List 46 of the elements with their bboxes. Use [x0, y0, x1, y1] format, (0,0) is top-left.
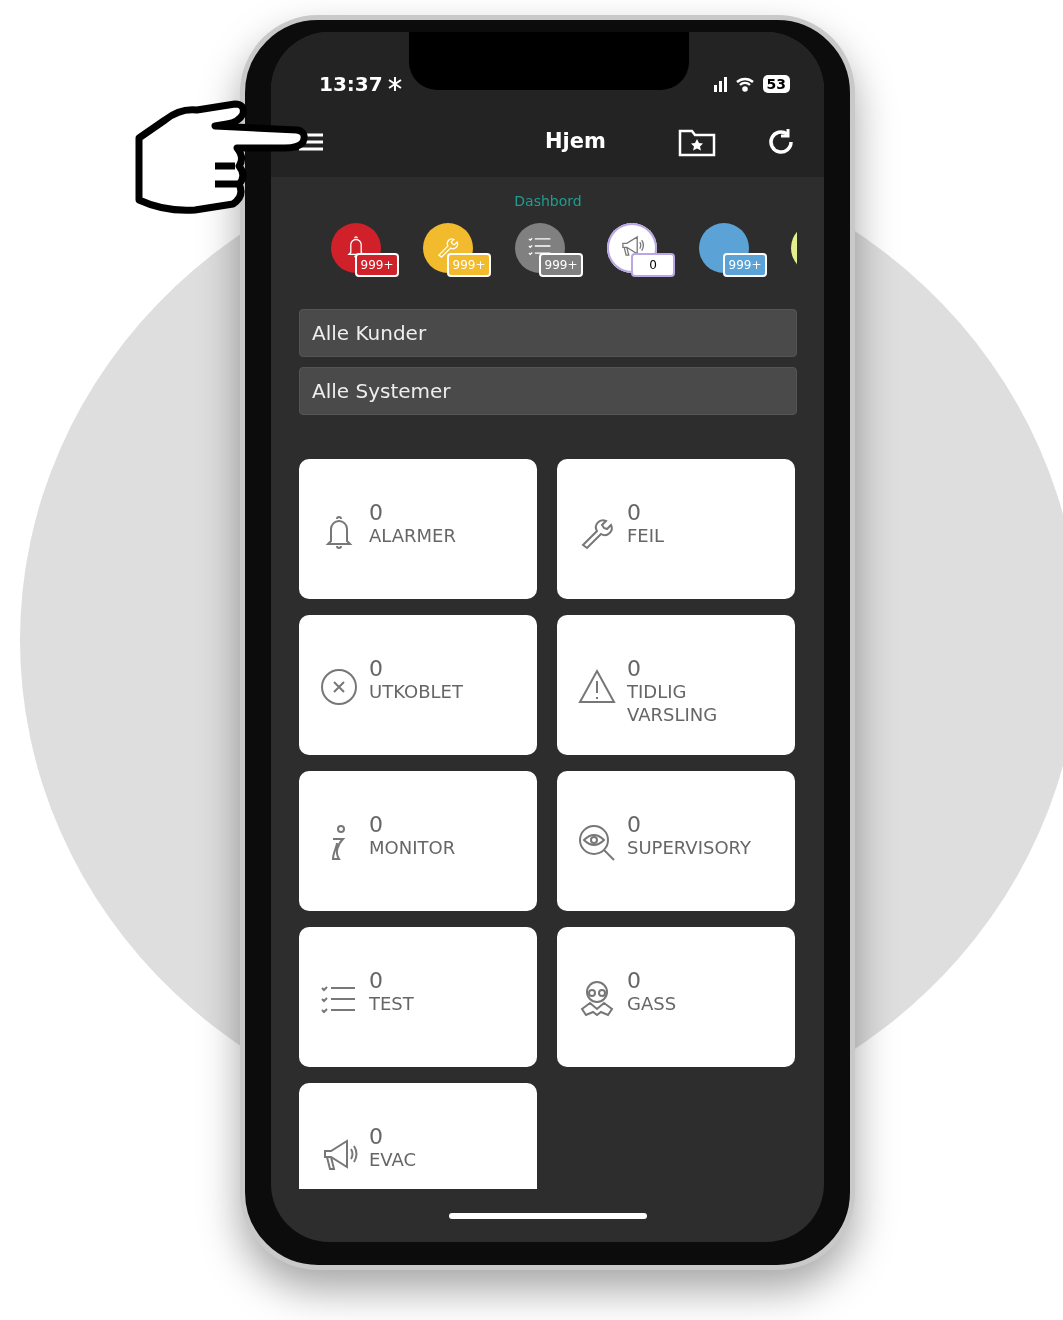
status-tile[interactable]: 0 TEST: [299, 927, 537, 1067]
status-tile[interactable]: 0 FEIL: [557, 459, 795, 599]
snowflake-icon: [386, 75, 403, 92]
tile-count: 0: [369, 969, 384, 994]
tile-count: 0: [369, 813, 384, 838]
tile-label: SUPERVISORY: [627, 837, 751, 860]
status-tile[interactable]: 0 UTKOBLET: [299, 615, 537, 755]
tile-label: UTKOBLET: [369, 681, 463, 704]
count-badge: 999+: [355, 253, 399, 277]
count-badge: 999+: [447, 253, 491, 277]
tile-count: 0: [627, 969, 642, 994]
screen-title: Hjem: [545, 128, 606, 156]
tile-label: FEIL: [627, 525, 665, 548]
tile-count: 0: [627, 813, 642, 838]
filter-dropdown[interactable]: Alle Systemer: [299, 367, 797, 415]
wifi-icon: [734, 75, 755, 92]
tile-label: TEST: [369, 993, 414, 1016]
status-tile[interactable]: 0 TIDLIG VARSLING: [557, 615, 795, 755]
filter-dropdown[interactable]: Alle Kunder: [299, 309, 797, 357]
tile-label: EVAC: [369, 1149, 417, 1172]
status-tile[interactable]: 0 GASS: [557, 927, 795, 1067]
count-badge: 999+: [539, 253, 583, 277]
tile-count: 0: [369, 501, 384, 526]
tile-count: 0: [369, 1125, 384, 1150]
x-circle-icon: [319, 667, 359, 707]
tile-label: MONITOR: [369, 837, 456, 860]
tile-label: ALARMER: [369, 525, 456, 548]
star-folder-icon[interactable]: [678, 127, 716, 157]
count-badge: 0: [631, 253, 675, 277]
status-tile[interactable]: 0 EVAC: [299, 1083, 537, 1189]
tile-count: 0: [627, 501, 642, 526]
eye-icon: [577, 823, 617, 863]
signal-icon: [712, 75, 727, 92]
tile-count: 0: [627, 657, 642, 682]
count-badge: 999+: [723, 253, 767, 277]
megaphone-icon: [619, 233, 645, 259]
tile-count: 0: [369, 657, 384, 682]
status-tile[interactable]: 0 ALARMER: [299, 459, 537, 599]
tile-label: GASS: [627, 993, 677, 1016]
battery-indicator: 53: [762, 74, 790, 93]
status-tile[interactable]: 0 SUPERVISORY: [557, 771, 795, 911]
status-tile[interactable]: 0 MONITOR: [299, 771, 537, 911]
tile-label: TIDLIG VARSLING: [627, 681, 719, 727]
status-time: 13:37: [319, 70, 383, 98]
refresh-icon[interactable]: [766, 127, 796, 157]
dashboard-label: Dashbord: [514, 193, 582, 209]
